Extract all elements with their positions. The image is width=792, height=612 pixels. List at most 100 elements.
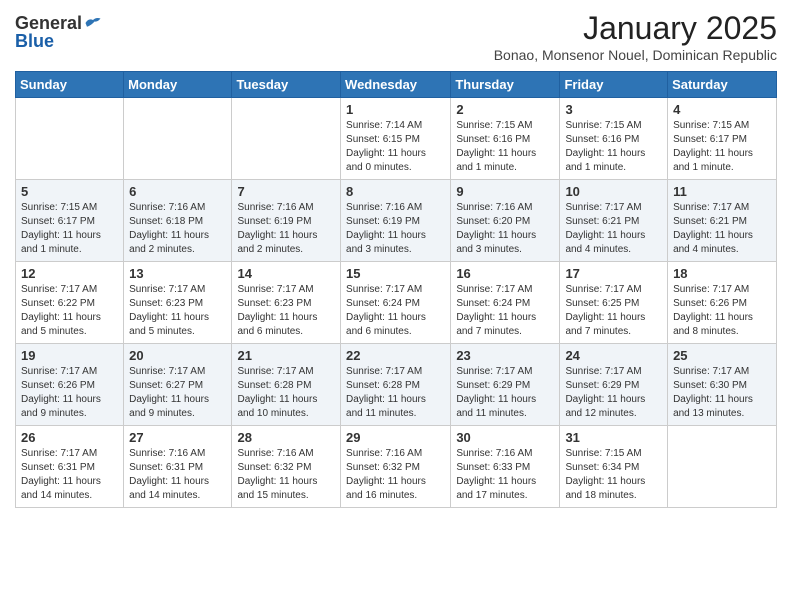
- calendar-cell: 17Sunrise: 7:17 AM Sunset: 6:25 PM Dayli…: [560, 262, 668, 344]
- calendar-cell: 10Sunrise: 7:17 AM Sunset: 6:21 PM Dayli…: [560, 180, 668, 262]
- day-info: Sunrise: 7:16 AM Sunset: 6:33 PM Dayligh…: [456, 447, 554, 503]
- calendar-week-5: 26Sunrise: 7:17 AM Sunset: 6:31 PM Dayli…: [16, 426, 777, 508]
- calendar-week-1: 1 Sunrise: 7:14 AM Sunset: 6:15 PM Daylig…: [16, 98, 777, 180]
- calendar-cell: 25 Sunrise: 7:17 AM Sunset: 6:30 PM Dayli…: [668, 344, 777, 426]
- day-info: Sunrise: 7:17 AM Sunset: 6:24 PM Dayligh…: [346, 283, 445, 339]
- calendar-cell: 1 Sunrise: 7:14 AM Sunset: 6:15 PM Daylig…: [341, 98, 451, 180]
- calendar-week-3: 12Sunrise: 7:17 AM Sunset: 6:22 PM Dayli…: [16, 262, 777, 344]
- day-number: 14: [237, 266, 335, 281]
- day-number: 23: [456, 348, 554, 363]
- day-number: 2: [456, 102, 554, 117]
- day-number: 9: [456, 184, 554, 199]
- title-section: January 2025 Bonao, Monsenor Nouel, Domi…: [494, 10, 777, 63]
- day-info: Sunrise: 7:17 AM Sunset: 6:22 PM Dayligh…: [21, 283, 118, 339]
- calendar-cell: 23 Sunrise: 7:17 AM Sunset: 6:29 PM Dayli…: [451, 344, 560, 426]
- day-info: Sunrise: 7:15 AM Sunset: 6:17 PM Dayligh…: [673, 119, 771, 175]
- day-info: Sunrise: 7:17 AM Sunset: 6:28 PM Dayligh…: [237, 365, 335, 421]
- calendar-cell: 19 Sunrise: 7:17 AM Sunset: 6:26 PM Dayli…: [16, 344, 124, 426]
- calendar-cell: 29 Sunrise: 7:16 AM Sunset: 6:32 PM Dayli…: [341, 426, 451, 508]
- weekday-header-tuesday: Tuesday: [232, 72, 341, 98]
- day-info: Sunrise: 7:16 AM Sunset: 6:19 PM Dayligh…: [237, 201, 335, 257]
- weekday-header-thursday: Thursday: [451, 72, 560, 98]
- weekday-header-wednesday: Wednesday: [341, 72, 451, 98]
- calendar-cell: 6 Sunrise: 7:16 AM Sunset: 6:18 PM Daylig…: [124, 180, 232, 262]
- day-info: Sunrise: 7:17 AM Sunset: 6:24 PM Dayligh…: [456, 283, 554, 339]
- day-info: Sunrise: 7:16 AM Sunset: 6:20 PM Dayligh…: [456, 201, 554, 257]
- calendar-cell: 22Sunrise: 7:17 AM Sunset: 6:28 PM Dayli…: [341, 344, 451, 426]
- calendar-cell: 8Sunrise: 7:16 AM Sunset: 6:19 PM Daylig…: [341, 180, 451, 262]
- day-info: Sunrise: 7:17 AM Sunset: 6:30 PM Dayligh…: [673, 365, 771, 421]
- calendar-cell: [668, 426, 777, 508]
- calendar-cell: 12Sunrise: 7:17 AM Sunset: 6:22 PM Dayli…: [16, 262, 124, 344]
- calendar-cell: 15 Sunrise: 7:17 AM Sunset: 6:24 PM Dayli…: [341, 262, 451, 344]
- day-number: 28: [237, 430, 335, 445]
- day-info: Sunrise: 7:16 AM Sunset: 6:32 PM Dayligh…: [237, 447, 335, 503]
- location-subtitle: Bonao, Monsenor Nouel, Dominican Republi…: [494, 47, 777, 63]
- day-number: 18: [673, 266, 771, 281]
- logo: General Blue: [15, 14, 102, 50]
- day-info: Sunrise: 7:16 AM Sunset: 6:19 PM Dayligh…: [346, 201, 445, 257]
- day-number: 17: [565, 266, 662, 281]
- calendar-cell: [232, 98, 341, 180]
- calendar-cell: 9 Sunrise: 7:16 AM Sunset: 6:20 PM Daylig…: [451, 180, 560, 262]
- day-number: 26: [21, 430, 118, 445]
- day-number: 5: [21, 184, 118, 199]
- day-number: 13: [129, 266, 226, 281]
- day-info: Sunrise: 7:17 AM Sunset: 6:27 PM Dayligh…: [129, 365, 226, 421]
- weekday-header-friday: Friday: [560, 72, 668, 98]
- day-info: Sunrise: 7:17 AM Sunset: 6:29 PM Dayligh…: [456, 365, 554, 421]
- calendar-cell: 28 Sunrise: 7:16 AM Sunset: 6:32 PM Dayli…: [232, 426, 341, 508]
- day-number: 25: [673, 348, 771, 363]
- day-info: Sunrise: 7:16 AM Sunset: 6:31 PM Dayligh…: [129, 447, 226, 503]
- calendar-cell: 5 Sunrise: 7:15 AM Sunset: 6:17 PM Daylig…: [16, 180, 124, 262]
- logo-general-text: General: [15, 14, 82, 32]
- day-number: 7: [237, 184, 335, 199]
- day-info: Sunrise: 7:15 AM Sunset: 6:16 PM Dayligh…: [456, 119, 554, 175]
- weekday-header-monday: Monday: [124, 72, 232, 98]
- day-info: Sunrise: 7:14 AM Sunset: 6:15 PM Dayligh…: [346, 119, 445, 175]
- day-info: Sunrise: 7:15 AM Sunset: 6:34 PM Dayligh…: [565, 447, 662, 503]
- day-info: Sunrise: 7:17 AM Sunset: 6:29 PM Dayligh…: [565, 365, 662, 421]
- day-info: Sunrise: 7:15 AM Sunset: 6:16 PM Dayligh…: [565, 119, 662, 175]
- calendar-cell: 13 Sunrise: 7:17 AM Sunset: 6:23 PM Dayli…: [124, 262, 232, 344]
- day-number: 16: [456, 266, 554, 281]
- calendar-cell: 11Sunrise: 7:17 AM Sunset: 6:21 PM Dayli…: [668, 180, 777, 262]
- day-number: 10: [565, 184, 662, 199]
- day-number: 4: [673, 102, 771, 117]
- calendar-cell: 7 Sunrise: 7:16 AM Sunset: 6:19 PM Daylig…: [232, 180, 341, 262]
- calendar-cell: 20 Sunrise: 7:17 AM Sunset: 6:27 PM Dayli…: [124, 344, 232, 426]
- day-info: Sunrise: 7:17 AM Sunset: 6:26 PM Dayligh…: [21, 365, 118, 421]
- day-number: 6: [129, 184, 226, 199]
- calendar-header-row: SundayMondayTuesdayWednesdayThursdayFrid…: [16, 72, 777, 98]
- day-number: 22: [346, 348, 445, 363]
- day-number: 20: [129, 348, 226, 363]
- day-info: Sunrise: 7:16 AM Sunset: 6:32 PM Dayligh…: [346, 447, 445, 503]
- calendar-cell: 31Sunrise: 7:15 AM Sunset: 6:34 PM Dayli…: [560, 426, 668, 508]
- weekday-header-sunday: Sunday: [16, 72, 124, 98]
- calendar-cell: 2 Sunrise: 7:15 AM Sunset: 6:16 PM Daylig…: [451, 98, 560, 180]
- day-number: 11: [673, 184, 771, 199]
- weekday-header-saturday: Saturday: [668, 72, 777, 98]
- calendar-cell: 18 Sunrise: 7:17 AM Sunset: 6:26 PM Dayli…: [668, 262, 777, 344]
- day-number: 3: [565, 102, 662, 117]
- logo-blue-text: Blue: [15, 32, 54, 50]
- day-number: 30: [456, 430, 554, 445]
- calendar-cell: 30 Sunrise: 7:16 AM Sunset: 6:33 PM Dayli…: [451, 426, 560, 508]
- page-header: General Blue January 2025 Bonao, Monseno…: [15, 10, 777, 63]
- day-info: Sunrise: 7:16 AM Sunset: 6:18 PM Dayligh…: [129, 201, 226, 257]
- day-number: 27: [129, 430, 226, 445]
- day-number: 1: [346, 102, 445, 117]
- day-info: Sunrise: 7:17 AM Sunset: 6:23 PM Dayligh…: [129, 283, 226, 339]
- day-number: 19: [21, 348, 118, 363]
- day-info: Sunrise: 7:17 AM Sunset: 6:26 PM Dayligh…: [673, 283, 771, 339]
- calendar-week-4: 19 Sunrise: 7:17 AM Sunset: 6:26 PM Dayli…: [16, 344, 777, 426]
- day-info: Sunrise: 7:15 AM Sunset: 6:17 PM Dayligh…: [21, 201, 118, 257]
- day-number: 21: [237, 348, 335, 363]
- calendar-table: SundayMondayTuesdayWednesdayThursdayFrid…: [15, 71, 777, 508]
- calendar-week-2: 5 Sunrise: 7:15 AM Sunset: 6:17 PM Daylig…: [16, 180, 777, 262]
- day-info: Sunrise: 7:17 AM Sunset: 6:23 PM Dayligh…: [237, 283, 335, 339]
- calendar-cell: 16 Sunrise: 7:17 AM Sunset: 6:24 PM Dayli…: [451, 262, 560, 344]
- calendar-cell: 26Sunrise: 7:17 AM Sunset: 6:31 PM Dayli…: [16, 426, 124, 508]
- day-number: 15: [346, 266, 445, 281]
- day-number: 29: [346, 430, 445, 445]
